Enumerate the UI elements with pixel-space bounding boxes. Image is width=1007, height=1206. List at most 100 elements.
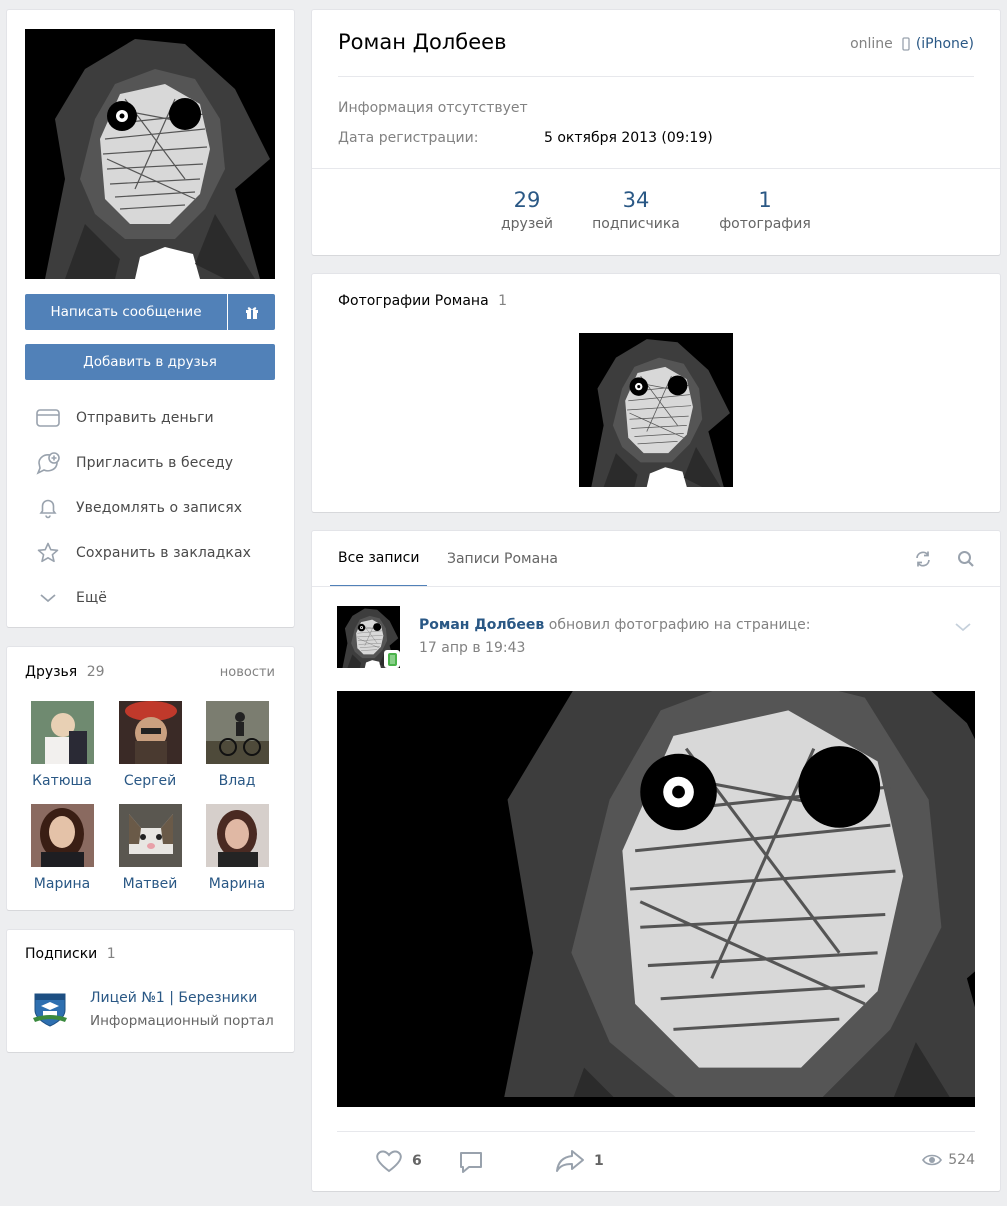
friend-name: Матвей [122,876,178,892]
views-counter: 524 [922,1152,975,1168]
device-link[interactable]: (iPhone) [916,36,974,52]
friend-item[interactable]: Матвей [110,804,190,892]
friend-avatar [30,701,94,764]
online-status: online (iPhone) [850,36,974,52]
counter-label: друзей [500,216,553,232]
photo-thumbnail[interactable] [579,333,733,487]
counter-photos[interactable]: 1 фотография [712,188,818,232]
tab-all-posts[interactable]: Все записи [330,531,428,587]
subscription-description: Информационный портал [90,1013,274,1029]
views-count: 524 [948,1152,975,1168]
heart-icon [376,1150,402,1173]
chevron-down-icon [33,585,63,611]
menu-invite-chat-label: Пригласить в беседу [76,455,234,471]
star-icon [33,540,63,566]
friend-item[interactable]: Марина [197,804,277,892]
friend-avatar [205,804,269,867]
bell-icon [33,495,63,521]
counter-number: 34 [622,188,650,212]
online-label: online [850,36,893,52]
menu-send-money[interactable]: Отправить деньги [33,405,214,431]
friend-avatar [118,804,182,867]
mobile-online-icon [384,650,400,668]
divider [312,586,1000,587]
photos-header[interactable]: Фотографии Романа 1 [338,293,507,309]
profile-info-card: Роман Долбеев online (iPhone) Информация… [312,10,1000,255]
friend-name: Влад [218,773,256,789]
send-message-label: Написать сообщение [50,304,202,320]
page-title: Роман Долбеев [338,30,507,54]
friend-avatar [30,804,94,867]
friend-avatar [205,701,269,764]
counter-number: 29 [513,188,541,212]
profile-avatar[interactable] [25,29,275,279]
add-friend-label: Добавить в друзья [83,354,217,370]
menu-notify-posts-label: Уведомлять о записях [76,500,243,516]
post-header: Роман Долбеев обновил фотографию на стра… [419,617,810,633]
subscription-name-link[interactable]: Лицей №1 | Березники [90,990,257,1006]
gift-button[interactable] [228,294,275,330]
tab-own-posts[interactable]: Записи Романа [447,531,558,587]
post-image[interactable] [337,691,975,1107]
send-message-button[interactable]: Написать сообщение [25,294,227,330]
tab-all-posts-label: Все записи [338,550,420,566]
photos-title: Фотографии Романа [338,293,489,309]
phone-icon [902,37,910,51]
friend-item[interactable]: Сергей [110,701,190,789]
menu-more-label: Ещё [76,590,107,606]
card-icon [33,405,63,431]
tab-own-posts-label: Записи Романа [447,551,558,567]
school-emblem-icon[interactable] [31,988,69,1028]
subscriptions-card: Подписки 1 Лицей №1 | Березники Информац… [7,930,294,1052]
friend-item[interactable]: Марина [22,804,102,892]
menu-notify-posts[interactable]: Уведомлять о записях [33,495,242,521]
counter-number: 1 [758,188,772,212]
friend-name: Сергей [123,773,177,789]
share-button[interactable]: 1 [554,1148,604,1174]
info-missing-text: Информация отсутствует [338,100,528,116]
friend-name: Марина [208,876,266,892]
photos-card: Фотографии Романа 1 [312,274,1000,512]
friends-news-link[interactable]: новости [220,665,275,680]
friends-card: Друзья 29 новости Катюша Сергей Влад Мар… [7,647,294,910]
divider [338,76,974,77]
counter-label: подписчика [592,216,680,232]
chat-plus-icon [33,450,63,476]
gift-icon [245,307,258,319]
eye-icon [922,1154,943,1166]
wall-card: Все записи Записи Романа Роман Долбеев о… [312,531,1000,1191]
menu-bookmark[interactable]: Сохранить в закладках [33,540,251,566]
share-count: 1 [594,1153,604,1169]
comment-icon [460,1152,482,1173]
divider [337,1131,975,1132]
menu-more[interactable]: Ещё [33,585,107,611]
refresh-icon[interactable] [914,550,932,572]
counter-followers[interactable]: 34 подписчика [584,188,688,232]
add-friend-button[interactable]: Добавить в друзья [25,344,275,380]
reg-date-value: 5 октября 2013 (09:19) [544,130,713,146]
friends-title: Друзья [25,664,78,680]
like-count: 6 [412,1153,422,1169]
friend-item[interactable]: Влад [197,701,277,789]
subscriptions-count: 1 [106,946,116,962]
menu-invite-chat[interactable]: Пригласить в беседу [33,450,233,476]
photos-count: 1 [498,293,508,309]
friend-avatar [118,701,182,764]
friend-item[interactable]: Катюша [22,701,102,789]
post-date-link[interactable]: 17 апр в 19:43 [419,640,525,656]
search-icon[interactable] [957,550,975,572]
menu-send-money-label: Отправить деньги [76,410,214,426]
comment-button[interactable] [457,1149,485,1179]
menu-bookmark-label: Сохранить в закладках [76,545,252,561]
like-button[interactable]: 6 [374,1148,422,1174]
friends-header[interactable]: Друзья 29 [25,664,105,680]
post-author-link[interactable]: Роман Долбеев [419,617,544,633]
reg-date-label: Дата регистрации: [338,130,479,146]
subscriptions-header[interactable]: Подписки 1 [25,946,116,962]
post-menu-chevron-icon[interactable] [954,621,972,637]
post-action-text: обновил фотографию на странице: [548,617,811,633]
friends-count: 29 [86,664,105,680]
friend-name: Катюша [32,773,92,789]
counter-friends[interactable]: 29 друзей [487,188,567,232]
profile-actions-card: Написать сообщение Добавить в друзья Отп… [7,10,294,627]
